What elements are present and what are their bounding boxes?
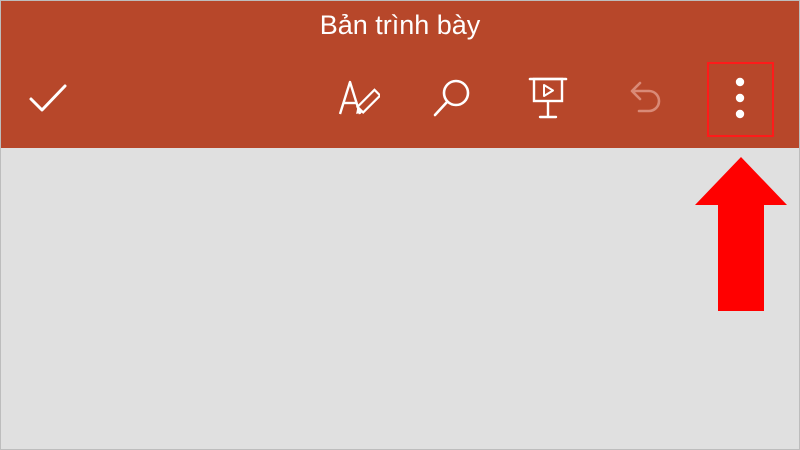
app-bar: Bản trình bày xyxy=(0,0,800,148)
undo-button[interactable] xyxy=(616,70,672,126)
done-button[interactable] xyxy=(20,70,76,126)
slideshow-icon xyxy=(528,77,568,119)
search-button[interactable] xyxy=(424,70,480,126)
highlight-box xyxy=(707,62,774,137)
check-icon xyxy=(29,84,67,112)
undo-icon xyxy=(630,81,661,113)
draw-button[interactable] xyxy=(328,70,384,126)
pen-text-icon xyxy=(338,80,380,115)
slide-canvas xyxy=(0,148,800,450)
document-title: Bản trình bày xyxy=(319,10,481,40)
annotation-arrow-up-icon xyxy=(695,157,787,311)
search-icon xyxy=(433,79,470,117)
present-button[interactable] xyxy=(520,70,576,126)
